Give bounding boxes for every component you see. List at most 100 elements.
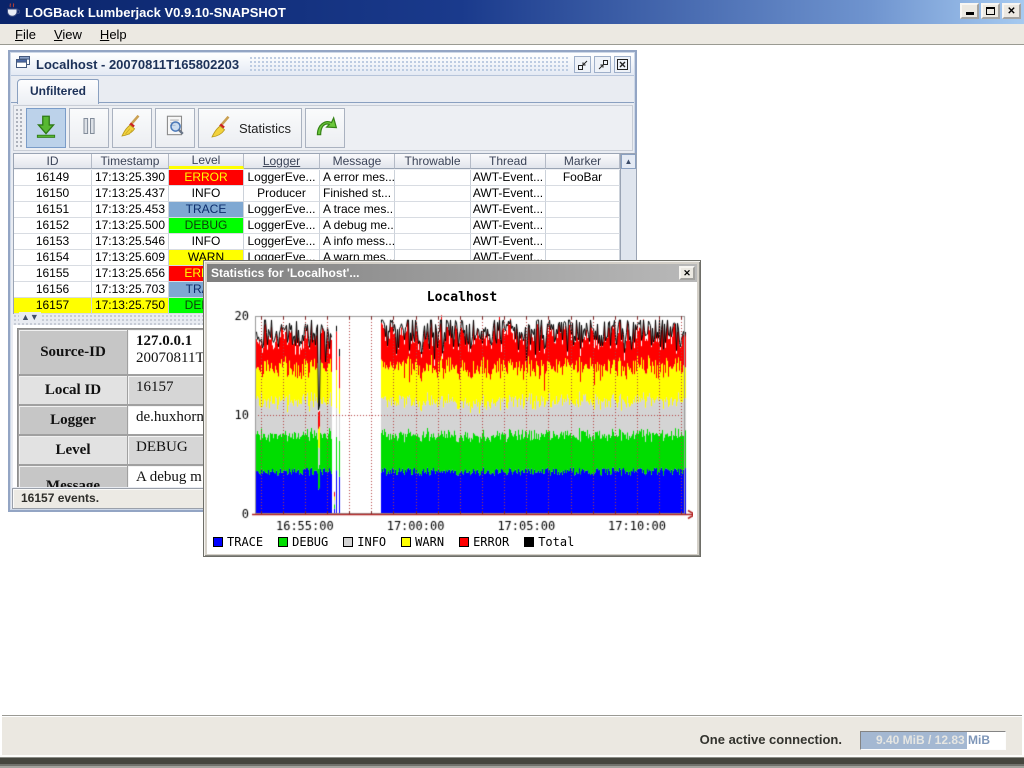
cell-message: A error mes...: [320, 170, 395, 186]
tab-strip: Unfiltered: [11, 76, 634, 103]
cell-marker: FooBar: [546, 170, 620, 186]
cell-throwable: [395, 234, 471, 250]
cell-id: 16156: [14, 282, 92, 298]
column-header-timestamp[interactable]: Timestamp: [92, 154, 169, 169]
table-row[interactable]: 1615117:13:25.453TRACELoggerEve...A trac…: [14, 202, 620, 218]
legend-trace: TRACE: [213, 535, 263, 549]
detail-label: Source-ID: [18, 329, 128, 375]
cell-id: 16153: [14, 234, 92, 250]
minimize-button[interactable]: [960, 3, 979, 19]
statistics-dialog: Statistics for 'Localhost'... ✕ Localhos…: [203, 260, 701, 557]
pause-button[interactable]: [69, 108, 109, 148]
menu-view[interactable]: View: [45, 25, 91, 44]
cell-level: DEBUG: [169, 218, 244, 234]
menubar: FileViewHelp: [0, 24, 1024, 45]
cell-message: A info mess...: [320, 234, 395, 250]
cell-throwable: [395, 170, 471, 186]
cell-message: A debug me...: [320, 218, 395, 234]
statistics-chart: [211, 304, 693, 534]
cell-timestamp: 17:13:25.656: [92, 266, 169, 282]
column-header-throwable[interactable]: Throwable: [395, 154, 471, 169]
chart-title: Localhost: [247, 290, 677, 305]
frame-title: Localhost - 20070811T165802203: [36, 57, 239, 72]
window-title: LOGBack Lumberjack V0.9.10-SNAPSHOT: [25, 5, 286, 20]
legend-warn: WARN: [401, 535, 444, 549]
cell-id: 16155: [14, 266, 92, 282]
tab-unfiltered[interactable]: Unfiltered: [17, 79, 99, 104]
memory-indicator[interactable]: 9.40 MiB / 12.83 MiB 9.40 MiB / 12.83 Mi…: [860, 731, 1006, 750]
cell-logger: LoggerEve...: [244, 202, 320, 218]
green-down-arrow-icon: [33, 113, 59, 144]
window-titlebar[interactable]: LOGBack Lumberjack V0.9.10-SNAPSHOT ✕: [0, 0, 1024, 24]
legend-info: INFO: [343, 535, 386, 549]
cell-timestamp: 17:13:25.609: [92, 250, 169, 266]
green-curved-arrow-icon: [312, 113, 338, 144]
window-bottom-edge: [0, 755, 1024, 768]
table-row[interactable]: 1615017:13:25.437INFOProducerFinished st…: [14, 186, 620, 202]
detail-label: Local ID: [18, 375, 128, 405]
table-header: IDTimestampLevelLoggerMessageThrowableTh…: [13, 153, 636, 170]
legend-swatch: [524, 537, 534, 547]
dialog-close-button[interactable]: ✕: [679, 266, 695, 280]
detail-label: Logger: [18, 405, 128, 435]
legend-debug: DEBUG: [278, 535, 328, 549]
frame-iconify-button[interactable]: [574, 56, 591, 73]
cell-thread: AWT-Event...: [471, 186, 546, 202]
chart-legend: TRACEDEBUGINFOWARNERRORTotal: [213, 534, 574, 550]
scroll-up-button[interactable]: ▲: [621, 154, 636, 169]
table-row[interactable]: 1615317:13:25.546INFOLoggerEve...A info …: [14, 234, 620, 250]
column-header-message[interactable]: Message: [320, 154, 395, 169]
cell-timestamp: 17:13:25.546: [92, 234, 169, 250]
statistics-button[interactable]: Statistics: [198, 108, 302, 148]
cell-throwable: [395, 186, 471, 202]
column-header-level[interactable]: Level: [169, 154, 244, 169]
frame-icon: [15, 55, 31, 74]
column-header-id[interactable]: ID: [14, 154, 92, 169]
dialog-titlebar[interactable]: Statistics for 'Localhost'... ✕: [207, 264, 697, 282]
cell-message: Finished st...: [320, 186, 395, 202]
toolbar-drag-handle[interactable]: [15, 108, 24, 148]
detail-label: Message: [18, 465, 128, 487]
legend-swatch: [401, 537, 411, 547]
cell-logger: LoggerEve...: [244, 234, 320, 250]
column-header-marker[interactable]: Marker: [546, 154, 620, 169]
cell-thread: AWT-Event...: [471, 170, 546, 186]
titlebar-texture: [249, 56, 570, 72]
legend-error: ERROR: [459, 535, 509, 549]
menu-help[interactable]: Help: [91, 25, 136, 44]
status-bar: One active connection. 9.40 MiB / 12.83 …: [2, 716, 1022, 755]
cell-marker: [546, 234, 620, 250]
frame-maximize-button[interactable]: [594, 56, 611, 73]
cell-id: 16152: [14, 218, 92, 234]
menu-file[interactable]: File: [6, 25, 45, 44]
legend-swatch: [343, 537, 353, 547]
find-button[interactable]: [155, 108, 195, 148]
column-header-thread[interactable]: Thread: [471, 154, 546, 169]
cell-thread: AWT-Event...: [471, 218, 546, 234]
divider-collapse-icons[interactable]: ▲▼: [19, 312, 41, 322]
clear-button[interactable]: [112, 108, 152, 148]
frame-titlebar[interactable]: Localhost - 20070811T165802203: [11, 53, 634, 76]
export-button[interactable]: [305, 108, 345, 148]
cell-marker: [546, 202, 620, 218]
cell-id: 16151: [14, 202, 92, 218]
column-header-logger[interactable]: Logger: [244, 154, 320, 169]
cell-timestamp: 17:13:25.500: [92, 218, 169, 234]
tail-button[interactable]: [26, 108, 66, 148]
cell-timestamp: 17:13:25.437: [92, 186, 169, 202]
cell-id: 16154: [14, 250, 92, 266]
statistics-button-label: Statistics: [239, 121, 291, 136]
cell-timestamp: 17:13:25.453: [92, 202, 169, 218]
toolbar: Statistics: [13, 105, 633, 151]
java-cup-icon: [4, 2, 20, 23]
cell-throwable: [395, 202, 471, 218]
maximize-button[interactable]: [981, 3, 1000, 19]
table-row[interactable]: 1614917:13:25.390ERRORLoggerEve...A erro…: [14, 170, 620, 186]
frame-close-button[interactable]: [614, 56, 631, 73]
table-row[interactable]: 1615217:13:25.500DEBUGLoggerEve...A debu…: [14, 218, 620, 234]
broom-icon: [209, 114, 235, 143]
cell-level: TRACE: [169, 202, 244, 218]
cell-marker: [546, 186, 620, 202]
cell-message: A trace mes...: [320, 202, 395, 218]
close-button[interactable]: ✕: [1002, 3, 1021, 19]
